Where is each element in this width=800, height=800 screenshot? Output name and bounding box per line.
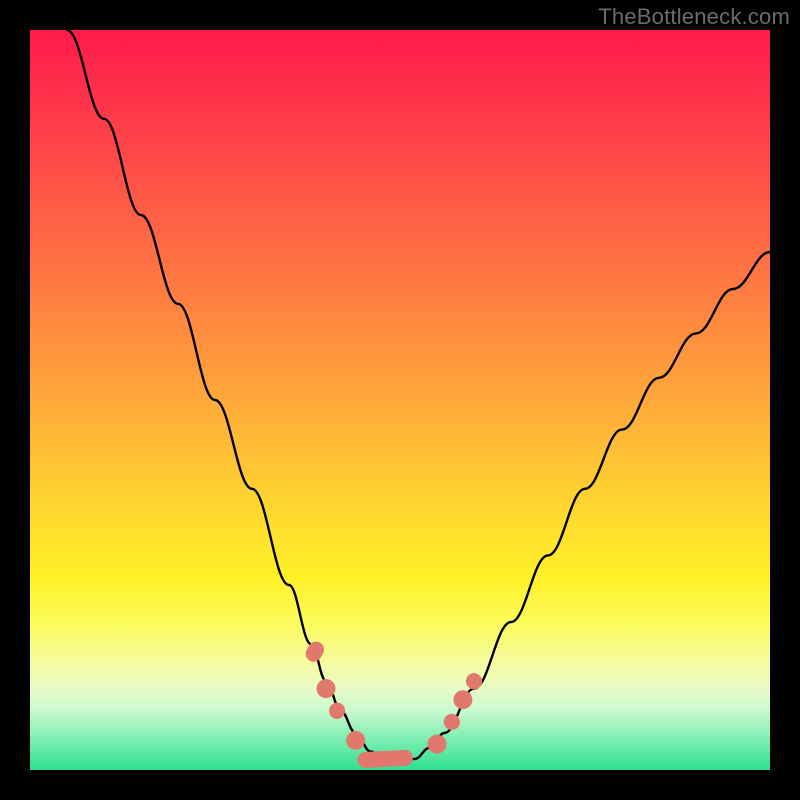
curve-marker — [441, 711, 463, 734]
chart-frame: TheBottleneck.com — [0, 0, 800, 800]
curve-markers — [30, 30, 770, 770]
curve-marker — [463, 670, 485, 693]
watermark-text: TheBottleneck.com — [598, 4, 790, 30]
curve-marker — [357, 749, 413, 768]
curve-marker — [346, 731, 365, 750]
curve-marker — [326, 700, 348, 722]
curve-marker — [303, 639, 327, 665]
plot-area — [30, 30, 770, 770]
curve-marker — [428, 735, 447, 754]
curve-marker — [317, 679, 336, 698]
curve-marker — [453, 690, 472, 709]
